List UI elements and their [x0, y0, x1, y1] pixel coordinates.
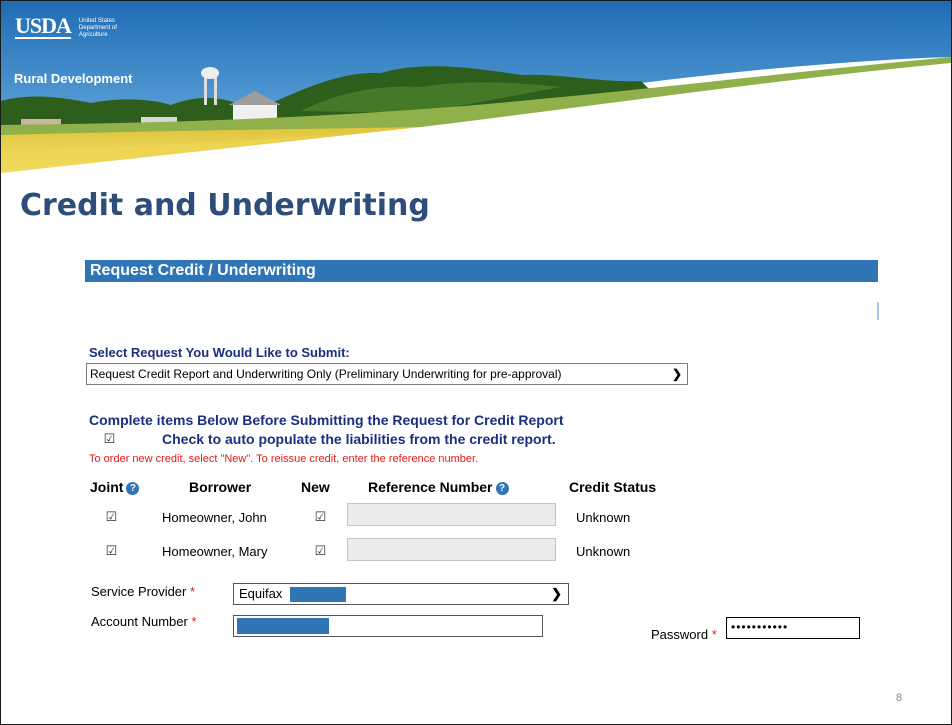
- page-number: 8: [896, 692, 903, 704]
- col-header-borrower: Borrower: [189, 479, 252, 495]
- col-header-credit-status: Credit Status: [569, 479, 657, 495]
- redaction-block: [290, 587, 346, 603]
- banner-landscape: [1, 1, 951, 179]
- request-type-value: Request Credit Report and Underwriting O…: [90, 367, 562, 381]
- borrower-name: Homeowner, Mary: [162, 544, 268, 559]
- usda-logo-subtext: United States Department of Agriculture: [78, 18, 117, 38]
- required-marker: *: [711, 627, 717, 642]
- credit-status: Unknown: [576, 510, 631, 525]
- borrower-name: Homeowner, John: [162, 510, 267, 525]
- autopopulate-label: Check to auto populate the liabilities f…: [162, 431, 556, 447]
- autopopulate-checkbox[interactable]: ☑: [103, 432, 116, 445]
- required-marker: *: [190, 584, 196, 599]
- redaction-block: [237, 618, 329, 634]
- help-icon[interactable]: ?: [126, 482, 140, 495]
- chevron-down-icon: ❯: [671, 367, 682, 381]
- password-label: Password *: [651, 627, 717, 642]
- agency-name: Rural Development: [14, 71, 133, 86]
- panel-divider: [877, 302, 879, 320]
- panel-header: Request Credit / Underwriting: [85, 260, 878, 282]
- service-provider-select[interactable]: Equifax ❯: [233, 583, 569, 605]
- complete-items-label: Complete items Below Before Submitting t…: [89, 412, 564, 428]
- new-checkbox[interactable]: ☑: [314, 544, 327, 557]
- service-provider-label: Service Provider *: [91, 584, 196, 599]
- select-request-label: Select Request You Would Like to Submit:: [89, 345, 350, 360]
- password-input[interactable]: •••••••••••: [726, 617, 860, 639]
- col-header-joint: Joint?: [90, 479, 140, 495]
- credit-status: Unknown: [576, 544, 631, 559]
- header-banner: USDA United States Department of Agricul…: [1, 1, 951, 179]
- new-checkbox[interactable]: ☑: [314, 510, 327, 523]
- account-number-label: Account Number *: [91, 614, 197, 629]
- chevron-down-icon: ❯: [551, 586, 562, 601]
- account-number-input[interactable]: [233, 615, 543, 637]
- request-type-select[interactable]: Request Credit Report and Underwriting O…: [86, 363, 688, 385]
- required-marker: *: [191, 614, 197, 629]
- reference-number-input[interactable]: [347, 538, 556, 561]
- service-provider-value: Equifax: [239, 586, 283, 601]
- help-icon[interactable]: ?: [495, 482, 509, 495]
- joint-checkbox[interactable]: ☑: [105, 544, 118, 557]
- order-credit-note: To order new credit, select "New". To re…: [89, 453, 479, 465]
- col-header-reference: Reference Number?: [368, 479, 509, 495]
- usda-logo-text: USDA: [15, 13, 72, 39]
- slide-title: Credit and Underwriting: [20, 188, 430, 223]
- reference-number-input[interactable]: [347, 503, 556, 526]
- col-header-new: New: [301, 479, 330, 495]
- usda-logo: USDA United States Department of Agricul…: [15, 15, 117, 39]
- joint-checkbox[interactable]: ☑: [105, 510, 118, 523]
